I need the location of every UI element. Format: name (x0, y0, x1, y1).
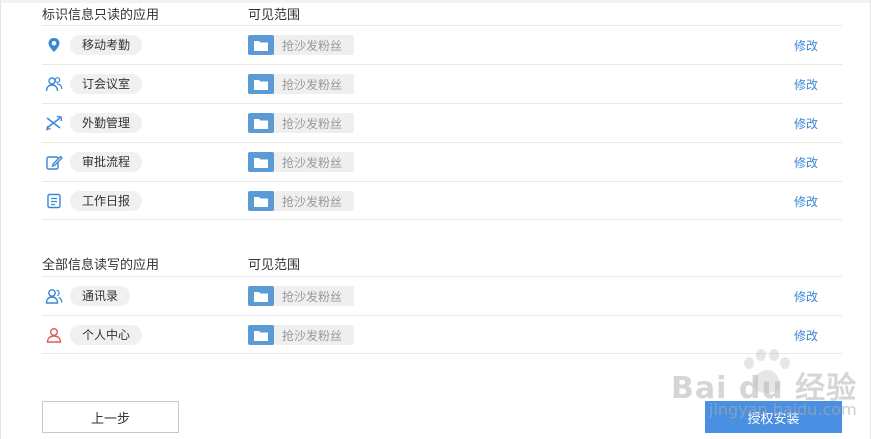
app-name: 个人中心 (70, 325, 143, 345)
app-chip: 移动考勤 (45, 35, 143, 55)
app-chip: 审批流程 (45, 152, 143, 172)
app-authorization-panel: 标识信息只读的应用 可见范围 移动考勤 抢沙发粉丝 修改 订会议室 抢沙发粉丝 … (0, 0, 871, 439)
app-name: 审批流程 (70, 152, 143, 172)
edit-link[interactable]: 修改 (794, 115, 818, 132)
scope-label: 抢沙发粉丝 (282, 328, 343, 343)
readwrite-scope-header: 可见范围 (248, 258, 301, 273)
folder-icon (248, 113, 274, 133)
readonly-scope-header: 可见范围 (248, 8, 301, 23)
location-pin-icon (45, 36, 63, 54)
app-chip: 外勤管理 (45, 113, 143, 133)
watermark-url: jingyan.baidu.com (709, 400, 857, 419)
app-chip: 通讯录 (45, 286, 131, 306)
contacts-icon (45, 287, 63, 305)
app-name: 通讯录 (70, 286, 131, 306)
person-icon (45, 326, 63, 344)
readonly-section-header: 标识信息只读的应用 可见范围 (42, 0, 842, 26)
app-chip: 订会议室 (45, 74, 143, 94)
folder-icon (248, 191, 274, 211)
visibility-scope: 抢沙发粉丝 (248, 35, 355, 55)
app-name: 移动考勤 (70, 35, 143, 55)
edit-link[interactable]: 修改 (794, 76, 818, 93)
folder-icon (248, 286, 274, 306)
document-list-icon (45, 192, 63, 210)
readwrite-section-title: 全部信息读写的应用 (42, 258, 160, 273)
edit-link[interactable]: 修改 (794, 288, 818, 305)
app-row-personal-center: 个人中心 抢沙发粉丝 修改 (42, 315, 842, 354)
app-row-daily-report: 工作日报 抢沙发粉丝 修改 (42, 181, 842, 220)
readwrite-section-header: 全部信息读写的应用 可见范围 (42, 250, 842, 276)
scope-label: 抢沙发粉丝 (282, 289, 343, 304)
folder-icon (248, 74, 274, 94)
edit-pen-icon (45, 153, 63, 171)
app-row-field-work: 外勤管理 抢沙发粉丝 修改 (42, 103, 842, 142)
folder-icon (248, 35, 274, 55)
edit-link[interactable]: 修改 (794, 154, 818, 171)
app-name: 订会议室 (70, 74, 143, 94)
visibility-scope: 抢沙发粉丝 (248, 113, 355, 133)
visibility-scope: 抢沙发粉丝 (248, 74, 355, 94)
app-row-attendance: 移动考勤 抢沙发粉丝 修改 (42, 25, 842, 64)
app-name: 工作日报 (70, 191, 143, 211)
app-chip: 个人中心 (45, 325, 143, 345)
meeting-people-icon (45, 75, 63, 93)
app-chip: 工作日报 (45, 191, 143, 211)
previous-step-button[interactable]: 上一步 (42, 401, 179, 433)
scope-label: 抢沙发粉丝 (282, 77, 343, 92)
airplane-icon (45, 114, 63, 132)
edit-link[interactable]: 修改 (794, 193, 818, 210)
app-name: 外勤管理 (70, 113, 143, 133)
scope-label: 抢沙发粉丝 (282, 194, 343, 209)
folder-icon (248, 152, 274, 172)
edit-link[interactable]: 修改 (794, 37, 818, 54)
app-row-approval: 审批流程 抢沙发粉丝 修改 (42, 142, 842, 181)
scope-label: 抢沙发粉丝 (282, 38, 343, 53)
app-row-contacts: 通讯录 抢沙发粉丝 修改 (42, 276, 842, 315)
scope-label: 抢沙发粉丝 (282, 116, 343, 131)
visibility-scope: 抢沙发粉丝 (248, 152, 355, 172)
app-row-meeting-room: 订会议室 抢沙发粉丝 修改 (42, 64, 842, 103)
visibility-scope: 抢沙发粉丝 (248, 191, 355, 211)
visibility-scope: 抢沙发粉丝 (248, 325, 355, 345)
scope-label: 抢沙发粉丝 (282, 155, 343, 170)
folder-icon (248, 325, 274, 345)
edit-link[interactable]: 修改 (794, 327, 818, 344)
readonly-section-title: 标识信息只读的应用 (42, 8, 160, 23)
visibility-scope: 抢沙发粉丝 (248, 286, 355, 306)
